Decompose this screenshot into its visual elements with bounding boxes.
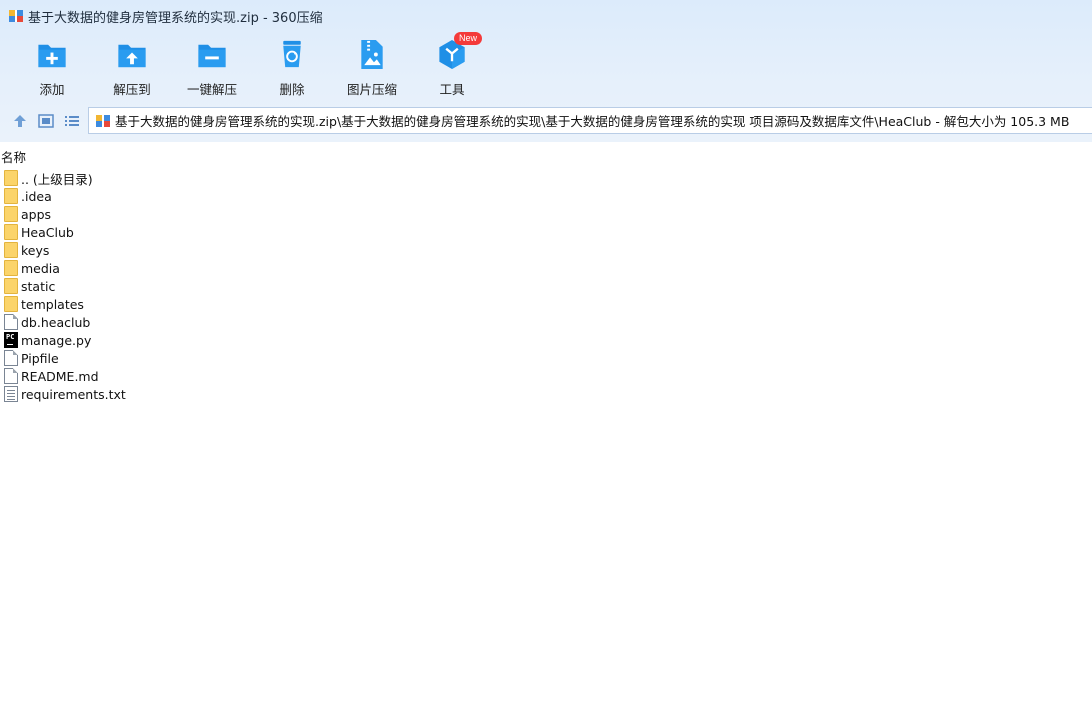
folder-icon bbox=[4, 278, 18, 294]
address-bar[interactable]: 基于大数据的健身房管理系统的实现.zip\基于大数据的健身房管理系统的实现\基于… bbox=[88, 107, 1092, 134]
file-name: templates bbox=[21, 296, 84, 312]
title-bar: 基于大数据的健身房管理系统的实现.zip - 360压缩 bbox=[0, 0, 1092, 32]
file-list: .. (上级目录) .idea apps HeaClub keys media … bbox=[0, 169, 1092, 403]
list-item[interactable]: HeaClub bbox=[0, 223, 1092, 241]
navigation-row: 基于大数据的健身房管理系统的实现.zip\基于大数据的健身房管理系统的实现\基于… bbox=[0, 106, 1092, 136]
add-label: 添加 bbox=[39, 82, 65, 97]
toolbar: 添加 解压到 一键解压 删除 图片压缩 New 工具 bbox=[12, 32, 492, 98]
image-compress-icon bbox=[361, 39, 383, 70]
file-name: media bbox=[21, 260, 60, 276]
archive-app-icon bbox=[95, 113, 111, 129]
folder-icon bbox=[4, 224, 18, 240]
extract-to-label: 解压到 bbox=[113, 82, 151, 97]
tools-label: 工具 bbox=[439, 82, 465, 97]
folder-icon bbox=[4, 296, 18, 312]
one-click-extract-icon bbox=[198, 44, 226, 68]
extract-to-icon bbox=[118, 44, 146, 68]
generic-file-icon bbox=[4, 350, 18, 366]
folder-icon bbox=[4, 170, 18, 186]
delete-label: 删除 bbox=[279, 82, 305, 97]
list-item[interactable]: PC manage.py bbox=[0, 331, 1092, 349]
new-badge: New bbox=[454, 32, 483, 45]
address-path: 基于大数据的健身房管理系统的实现.zip\基于大数据的健身房管理系统的实现\基于… bbox=[115, 114, 1070, 129]
recycle-bin-icon bbox=[283, 40, 301, 68]
list-item-parent[interactable]: .. (上级目录) bbox=[0, 169, 1092, 187]
column-header-name[interactable]: 名称 bbox=[0, 146, 1092, 165]
markdown-file-icon bbox=[4, 368, 18, 384]
generic-file-icon bbox=[4, 314, 18, 330]
list-item[interactable]: media bbox=[0, 259, 1092, 277]
add-folder-icon bbox=[38, 44, 66, 68]
folder-icon bbox=[4, 188, 18, 204]
file-name: README.md bbox=[21, 368, 99, 384]
add-button[interactable]: 添加 bbox=[12, 36, 92, 98]
text-file-icon bbox=[4, 386, 18, 402]
file-name: static bbox=[21, 278, 56, 294]
pycharm-file-icon: PC bbox=[4, 332, 18, 348]
extract-to-button[interactable]: 解压到 bbox=[92, 36, 172, 98]
one-click-extract-label: 一键解压 bbox=[186, 82, 237, 97]
folder-icon bbox=[4, 242, 18, 258]
list-item[interactable]: static bbox=[0, 277, 1092, 295]
list-item[interactable]: requirements.txt bbox=[0, 385, 1092, 403]
file-name: HeaClub bbox=[21, 224, 74, 240]
image-compress-button[interactable]: 图片压缩 bbox=[332, 36, 412, 98]
list-item[interactable]: .idea bbox=[0, 187, 1092, 205]
column-header-label: 名称 bbox=[1, 150, 27, 165]
file-name: apps bbox=[21, 206, 52, 222]
thumbnail-view-icon[interactable] bbox=[37, 112, 55, 130]
folder-icon bbox=[4, 206, 18, 222]
list-view-icon[interactable] bbox=[63, 112, 81, 130]
file-name: db.heaclub bbox=[21, 314, 91, 330]
list-item[interactable]: Pipfile bbox=[0, 349, 1092, 367]
list-item[interactable]: db.heaclub bbox=[0, 313, 1092, 331]
list-item[interactable]: keys bbox=[0, 241, 1092, 259]
archive-app-icon bbox=[8, 8, 24, 24]
image-compress-label: 图片压缩 bbox=[346, 82, 397, 97]
arrow-up-icon[interactable] bbox=[11, 112, 29, 130]
delete-button[interactable]: 删除 bbox=[252, 36, 332, 98]
one-click-extract-button[interactable]: 一键解压 bbox=[172, 36, 252, 98]
list-item[interactable]: README.md bbox=[0, 367, 1092, 385]
window-title: 基于大数据的健身房管理系统的实现.zip - 360压缩 bbox=[28, 10, 323, 26]
file-name: .idea bbox=[21, 188, 52, 204]
folder-icon bbox=[4, 260, 18, 276]
file-name: manage.py bbox=[21, 332, 92, 348]
list-item[interactable]: apps bbox=[0, 205, 1092, 223]
file-name: requirements.txt bbox=[21, 386, 126, 402]
tools-button[interactable]: New 工具 bbox=[412, 32, 492, 98]
file-name: Pipfile bbox=[21, 350, 59, 366]
file-name: .. (上级目录) bbox=[21, 171, 93, 187]
list-item[interactable]: templates bbox=[0, 295, 1092, 313]
file-name: keys bbox=[21, 242, 50, 258]
